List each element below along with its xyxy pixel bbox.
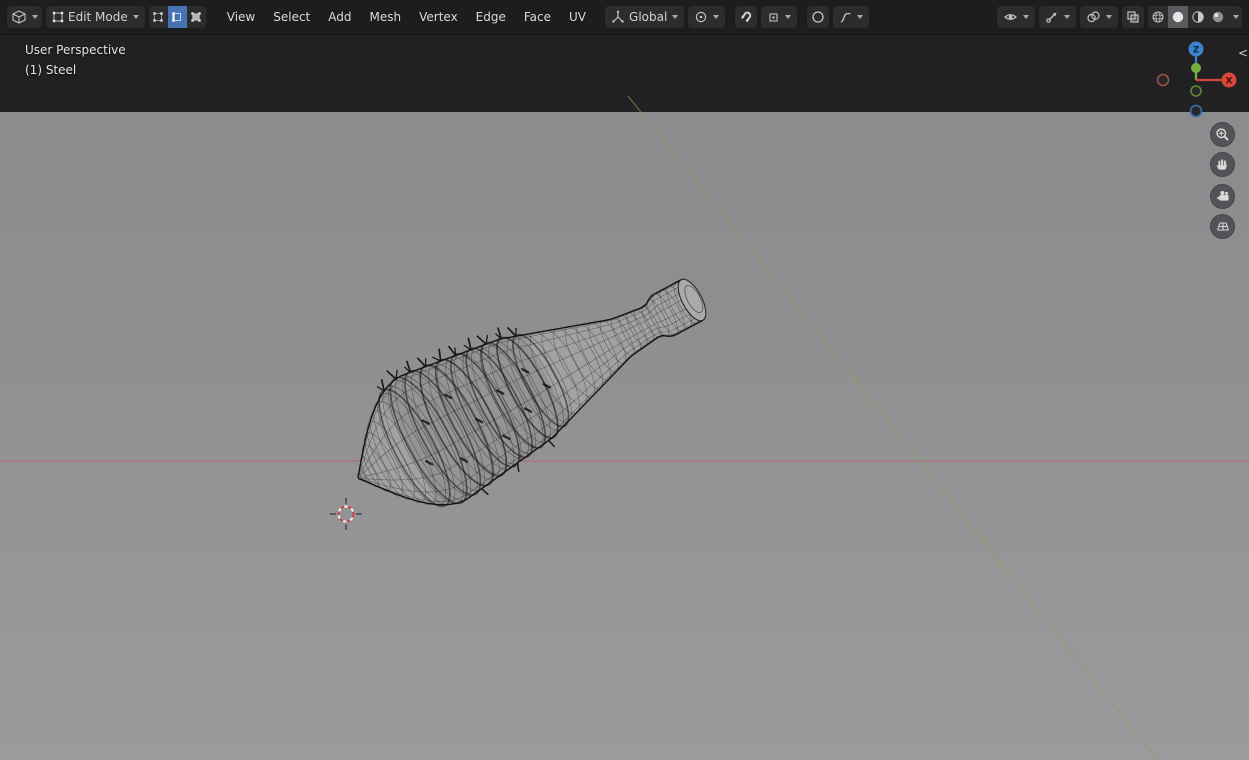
pivot-dropdown[interactable] (688, 6, 725, 28)
chevron-down-icon (1064, 15, 1070, 19)
magnifier-plus-icon (1215, 127, 1230, 142)
chevron-down-icon (1233, 15, 1239, 19)
object-info-label: (1) Steel (25, 60, 126, 80)
gizmo-z-negative-ball[interactable] (1191, 106, 1202, 117)
gizmo-x-label: X (1226, 77, 1233, 87)
select-mode-group (149, 6, 206, 28)
vertex-select-button[interactable] (149, 6, 168, 28)
shading-rendered-button[interactable] (1208, 6, 1228, 28)
snap-magnet-toggle[interactable] (735, 6, 757, 28)
chevron-down-icon (713, 15, 719, 19)
chevron-down-icon (133, 15, 139, 19)
edge-select-icon (171, 11, 183, 23)
face-select-icon (190, 11, 202, 23)
snap-settings-dropdown[interactable] (761, 6, 797, 28)
shading-options-dropdown[interactable] (1228, 6, 1242, 28)
menu-view[interactable]: View (218, 7, 264, 27)
menu-face[interactable]: Face (515, 7, 560, 27)
overlays-dropdown[interactable] (1080, 6, 1118, 28)
gizmo-y-positive-ball[interactable] (1191, 63, 1201, 73)
navigation-gizmo[interactable]: Z X (1154, 40, 1240, 120)
editor-type-icon (11, 9, 27, 25)
mode-label: Edit Mode (68, 10, 128, 24)
viewport-nav-buttons (1210, 122, 1235, 239)
pivot-point-icon (694, 10, 708, 24)
shading-rendered-icon (1211, 10, 1225, 24)
topbar: Edit Mode (0, 0, 1249, 35)
edge-select-button[interactable] (168, 6, 187, 28)
xray-toggle[interactable] (1122, 6, 1144, 28)
chevron-down-icon (32, 15, 38, 19)
falloff-curve-icon (839, 11, 852, 24)
mode-dropdown[interactable]: Edit Mode (46, 6, 145, 28)
menu-vertex[interactable]: Vertex (410, 7, 467, 27)
viewport-overlay-text: User Perspective (1) Steel (25, 40, 126, 80)
chevron-down-icon (672, 15, 678, 19)
menu-bar: View Select Add Mesh Vertex Edge Face UV (218, 7, 595, 27)
xray-squares-icon (1126, 10, 1140, 24)
shading-wireframe-button[interactable] (1148, 6, 1168, 28)
gizmo-x-negative-ball[interactable] (1158, 75, 1169, 86)
hand-icon (1215, 157, 1230, 172)
shading-group (1148, 6, 1242, 28)
shading-material-button[interactable] (1188, 6, 1208, 28)
camera-view-button[interactable] (1210, 184, 1235, 209)
gizmo-z-label: Z (1193, 46, 1200, 56)
chevron-down-icon (1023, 15, 1029, 19)
shading-solid-button[interactable] (1168, 6, 1188, 28)
menu-add[interactable]: Add (319, 7, 360, 27)
pan-hand-button[interactable] (1210, 152, 1235, 177)
object-visibility-dropdown[interactable] (997, 6, 1035, 28)
sidebar-collapse-arrow[interactable]: < (1238, 46, 1248, 60)
chevron-down-icon (785, 15, 791, 19)
gizmo-y-negative-ball[interactable] (1191, 86, 1201, 96)
menu-edge[interactable]: Edge (467, 7, 515, 27)
editor-type-button[interactable] (7, 6, 42, 28)
menu-select[interactable]: Select (264, 7, 319, 27)
axes-orientation-icon (611, 10, 625, 24)
viewport-3d[interactable] (0, 35, 1249, 760)
snap-target-icon (767, 11, 780, 24)
proportional-editing-toggle[interactable] (807, 6, 829, 28)
viewport-horizon (0, 35, 1249, 112)
zoom-button[interactable] (1210, 122, 1235, 147)
magnet-icon (739, 10, 753, 24)
chevron-down-icon (1106, 15, 1112, 19)
edit-mode-icon (52, 11, 64, 23)
overlays-circles-icon (1086, 10, 1101, 24)
shading-material-icon (1191, 10, 1205, 24)
proportional-circle-icon (811, 10, 825, 24)
grid-perspective-icon (1215, 219, 1231, 234)
chevron-down-icon (857, 15, 863, 19)
gizmo-arrow-icon (1045, 10, 1059, 24)
vertex-select-icon (152, 11, 164, 23)
orientation-label: Global (629, 10, 667, 24)
shading-wireframe-icon (1151, 10, 1165, 24)
menu-mesh[interactable]: Mesh (361, 7, 411, 27)
view-perspective-label: User Perspective (25, 40, 126, 60)
menu-uv[interactable]: UV (560, 7, 595, 27)
face-select-button[interactable] (187, 6, 206, 28)
camera-icon (1215, 189, 1231, 204)
shading-solid-icon (1171, 10, 1185, 24)
orthographic-toggle-button[interactable] (1210, 214, 1235, 239)
orientation-dropdown[interactable]: Global (605, 6, 684, 28)
visibility-eye-icon (1003, 10, 1018, 24)
gizmos-dropdown[interactable] (1039, 6, 1076, 28)
proportional-falloff-dropdown[interactable] (833, 6, 869, 28)
